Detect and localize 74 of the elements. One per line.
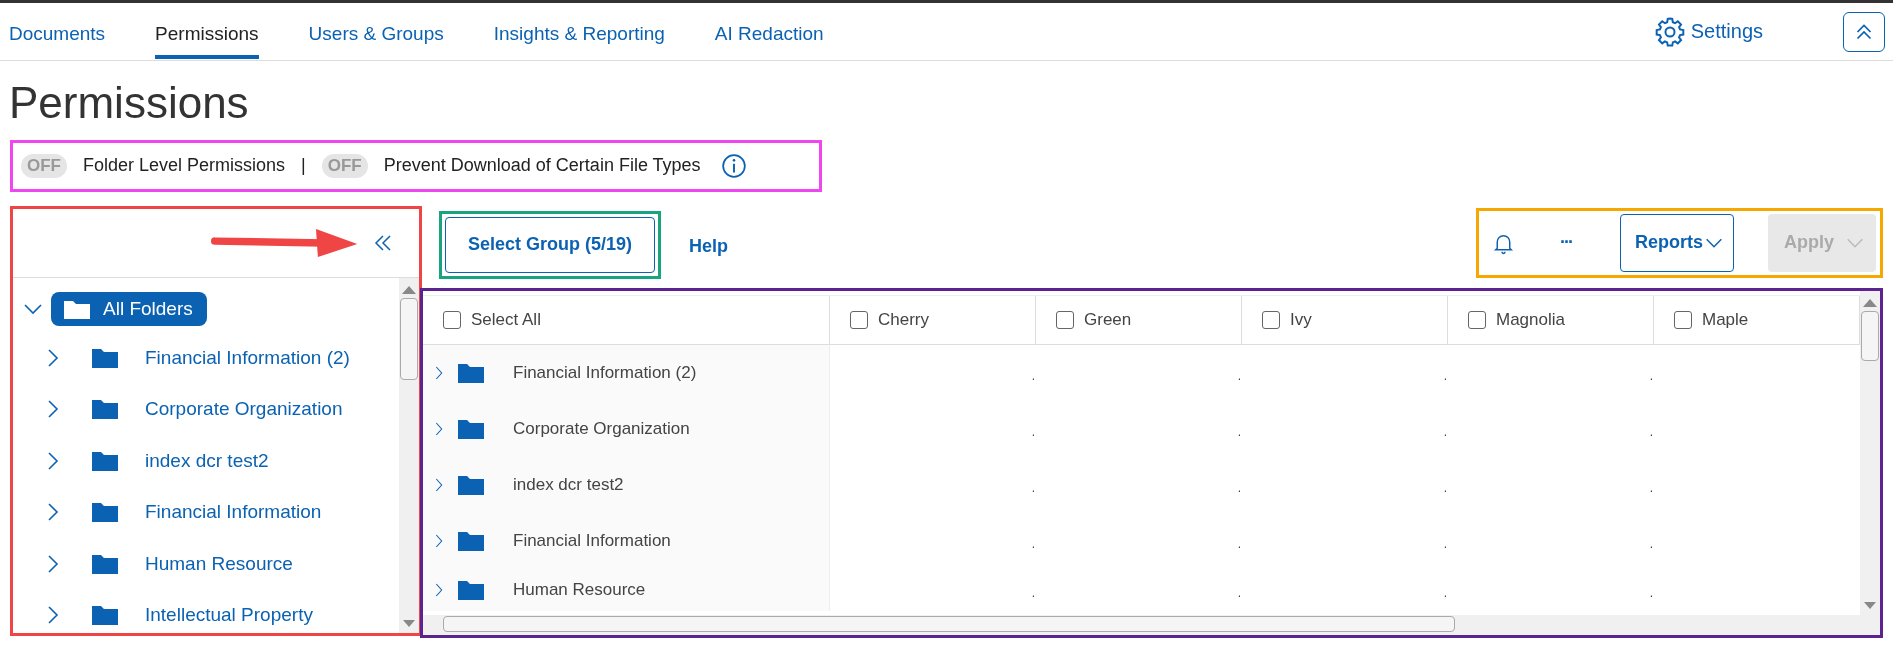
folder-icon: [91, 552, 119, 575]
folder-icon: [91, 604, 119, 627]
folder-icon: [457, 529, 485, 552]
tree-item[interactable]: Intellectual Property: [145, 604, 313, 627]
folder-icon: [91, 398, 119, 421]
folder-name: Financial Information: [513, 530, 671, 551]
tree-item[interactable]: Corporate Organization: [145, 398, 343, 421]
folder-icon: [457, 473, 485, 496]
select-group-button[interactable]: Select Group (5/19): [445, 216, 656, 273]
scrollbar[interactable]: [1860, 290, 1880, 615]
table-cell: .: [1443, 425, 1447, 438]
tree-item[interactable]: Financial Information (2): [145, 346, 350, 369]
table-cell: .: [1649, 425, 1653, 438]
table-cell: .: [1031, 481, 1035, 494]
scrollbar[interactable]: [423, 614, 1880, 635]
checkbox[interactable]: [1674, 310, 1692, 329]
checkbox[interactable]: [1056, 310, 1074, 329]
toggle-label: Folder Level Permissions: [83, 155, 286, 177]
table-cell: .: [1443, 537, 1447, 550]
tree-item[interactable]: All Folders: [51, 291, 207, 326]
scrollbar[interactable]: [399, 277, 419, 633]
folder-icon: [457, 417, 485, 440]
table-cell: .: [1031, 425, 1035, 438]
table-cell: .: [1649, 369, 1653, 382]
info-icon[interactable]: [720, 152, 747, 179]
nav-tab[interactable]: AI Redaction: [714, 10, 824, 59]
help-link[interactable]: Help: [689, 236, 729, 258]
table-cell: .: [1237, 369, 1241, 382]
folder-name: Corporate Organization: [513, 418, 690, 439]
table-cell: .: [1649, 586, 1653, 599]
checkbox[interactable]: [850, 310, 868, 329]
table-cell: .: [1031, 537, 1035, 550]
toggle-label: Prevent Download of Certain File Types: [383, 155, 701, 177]
nav-tab[interactable]: Insights & Reporting: [493, 10, 665, 59]
tree-item[interactable]: index dcr test2: [145, 449, 269, 472]
checkbox[interactable]: [1262, 310, 1280, 329]
folder-icon: [91, 449, 119, 472]
folder-name: Financial Information (2): [513, 362, 697, 383]
column-header: Ivy: [1290, 309, 1312, 330]
page-title: Permissions: [9, 77, 249, 129]
table-cell: .: [1237, 481, 1241, 494]
separator: |: [301, 155, 306, 177]
column-header: Green: [1084, 309, 1132, 330]
tree-item[interactable]: Financial Information: [145, 501, 322, 524]
table-cell: .: [1649, 537, 1653, 550]
table-cell: .: [1031, 369, 1035, 382]
checkbox[interactable]: [1468, 310, 1486, 329]
table-cell: .: [1443, 586, 1447, 599]
table-cell: .: [1237, 586, 1241, 599]
column-header: Cherry: [878, 309, 929, 330]
more-button[interactable]: ···: [1560, 232, 1572, 254]
folder-name: index dcr test2: [513, 474, 624, 495]
table-cell: .: [1443, 369, 1447, 382]
collapse-button[interactable]: [1843, 11, 1885, 52]
column-header: Maple: [1702, 309, 1749, 330]
folder-icon: [91, 346, 119, 369]
table-cell: .: [1443, 481, 1447, 494]
table-cell: .: [1237, 537, 1241, 550]
table-cell: .: [1649, 481, 1653, 494]
folder-icon: [457, 361, 485, 384]
settings-link[interactable]: Settings: [1652, 14, 1763, 49]
column-header: Magnolia: [1496, 309, 1565, 330]
nav-tab[interactable]: Documents: [9, 10, 106, 59]
nav-tab[interactable]: Permissions: [155, 10, 259, 59]
folder-icon: [91, 501, 119, 524]
folder-icon: [457, 578, 485, 601]
tree-item[interactable]: Human Resource: [145, 552, 293, 575]
checkbox[interactable]: [443, 310, 461, 329]
folder-name: Human Resource: [513, 579, 646, 600]
nav-tab[interactable]: Users & Groups: [308, 10, 444, 59]
table-cell: .: [1031, 586, 1035, 599]
column-header: Select All: [471, 309, 541, 330]
reports-button[interactable]: Reports: [1619, 213, 1734, 272]
table-cell: .: [1237, 425, 1241, 438]
